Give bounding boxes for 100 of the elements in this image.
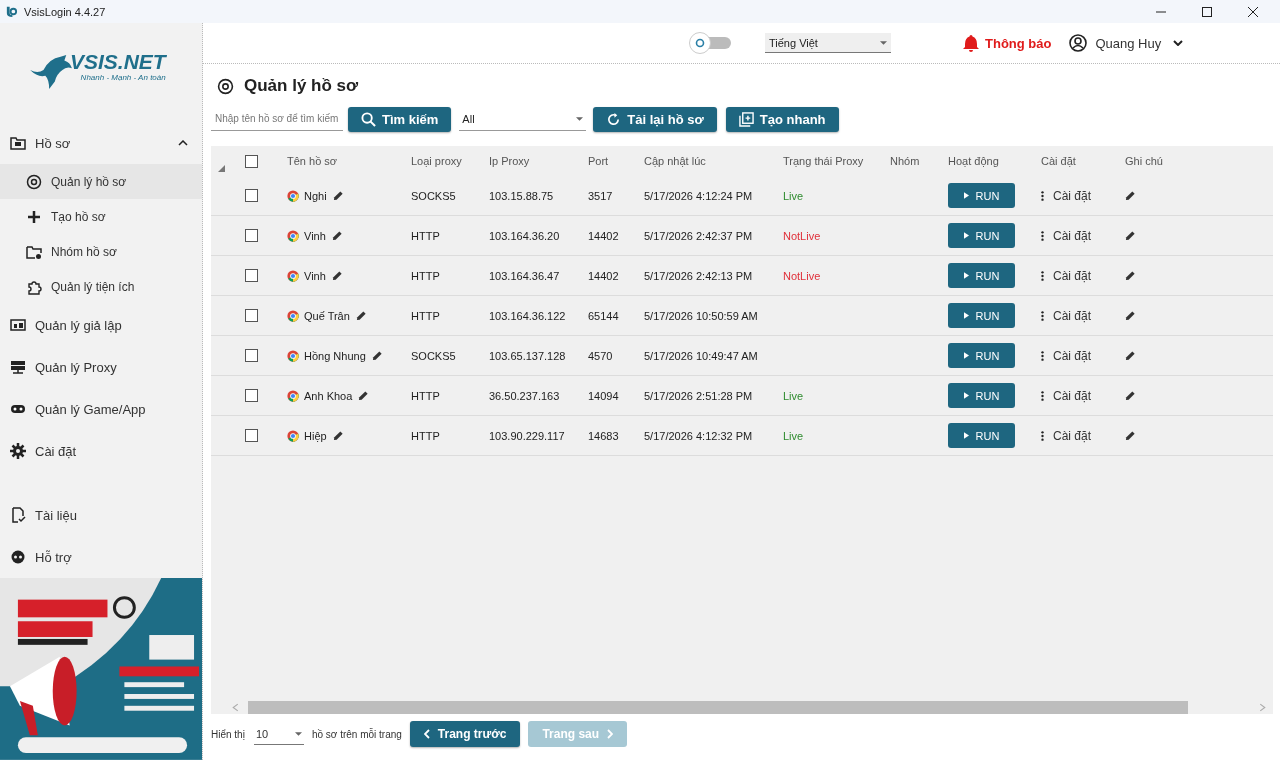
sidebar-item[interactable]: Tài liệu [0, 494, 202, 537]
edit-icon[interactable] [371, 350, 383, 361]
edit-icon[interactable] [331, 270, 343, 281]
quick-create-button[interactable]: Tạo nhanh [725, 106, 839, 132]
row-checkbox[interactable] [245, 349, 258, 362]
row-checkbox[interactable] [245, 309, 258, 322]
chevron-down-icon [1173, 40, 1184, 46]
proxy-status: NotLive [783, 229, 821, 242]
chevron-left-icon [423, 729, 430, 739]
row-checkbox[interactable] [245, 269, 258, 282]
chrome-icon [287, 229, 299, 242]
proxy-status: Live [783, 429, 804, 442]
settings-button[interactable]: Cài đặt [1041, 388, 1092, 403]
previous-page-button[interactable]: Trang trước [409, 721, 521, 747]
column-header: Tên hồ sơ [287, 155, 337, 167]
edit-note-icon[interactable] [1125, 350, 1136, 361]
sidebar-item[interactable]: Cài đặt [0, 430, 202, 473]
chrome-icon [287, 189, 299, 202]
run-button[interactable]: RUN [948, 423, 1015, 448]
proxy-ip: 103.164.36.47 [489, 269, 560, 282]
close-icon[interactable] [1248, 6, 1258, 17]
updated-time: 5/17/2026 2:42:37 PM [644, 229, 753, 242]
filter-select[interactable]: All [459, 107, 587, 131]
edit-icon[interactable] [355, 310, 367, 321]
more-vertical-icon [1041, 270, 1044, 281]
edit-icon[interactable] [332, 430, 344, 441]
settings-button[interactable]: Cài đặt [1041, 268, 1092, 283]
profile-name: Vinh [304, 229, 326, 242]
sidebar-item[interactable]: Hỗ trợ [0, 536, 202, 579]
edit-note-icon[interactable] [1125, 230, 1136, 241]
sidebar-item[interactable]: Hồ sơ [0, 122, 202, 165]
settings-button[interactable]: Cài đặt [1041, 308, 1092, 323]
edit-note-icon[interactable] [1125, 390, 1136, 401]
edit-note-icon[interactable] [1125, 270, 1136, 281]
sidebar-subitem[interactable]: Quản lý hồ sơ [0, 164, 202, 200]
emulator-icon [10, 317, 26, 334]
proxy-type: SOCKS5 [411, 189, 456, 202]
run-button[interactable]: RUN [948, 303, 1015, 328]
proxy-ip: 36.50.237.163 [489, 389, 560, 402]
select-all-checkbox[interactable] [245, 154, 258, 168]
language-select[interactable]: Tiếng Việt [765, 33, 891, 53]
proxy-ip: 103.164.36.122 [489, 309, 566, 322]
profile-name: Hiệp [304, 429, 327, 442]
proxy-ip: 103.65.137.128 [489, 349, 566, 362]
user-menu[interactable]: Quang Huy [1069, 34, 1184, 52]
maximize-icon[interactable] [1202, 6, 1212, 17]
settings-button[interactable]: Cài đặt [1041, 428, 1092, 443]
column-header: Nhóm [890, 155, 920, 167]
sidebar-item[interactable]: Quản lý Game/App [0, 388, 202, 431]
row-checkbox[interactable] [245, 389, 258, 402]
edit-note-icon[interactable] [1125, 310, 1136, 321]
edit-icon[interactable] [332, 190, 344, 201]
chrome-icon [287, 309, 299, 322]
puzzle-icon [26, 278, 42, 295]
dropdown-arrow-icon [880, 40, 887, 45]
app-logo-icon [5, 5, 18, 18]
row-checkbox[interactable] [245, 189, 258, 202]
play-icon [963, 312, 969, 319]
play-icon [963, 232, 969, 239]
chrome-icon [287, 429, 299, 442]
sidebar-subitem[interactable]: Nhóm hồ sơ [0, 234, 202, 270]
settings-button[interactable]: Cài đặt [1041, 348, 1092, 363]
sidebar-item[interactable]: Quản lý giả lập [0, 304, 202, 347]
row-checkbox[interactable] [245, 229, 258, 242]
sidebar-subitem[interactable]: Quản lý tiện ích [0, 269, 202, 305]
updated-time: 5/17/2026 4:12:32 PM [644, 429, 753, 442]
proxy-ip: 103.15.88.75 [489, 189, 554, 202]
search-button[interactable]: Tìm kiếm [348, 106, 452, 132]
run-button[interactable]: RUN [948, 343, 1015, 368]
chevron-icon[interactable] [178, 140, 188, 147]
settings-button[interactable]: Cài đặt [1041, 228, 1092, 243]
proxy-type: HTTP [411, 269, 440, 282]
refresh-icon [606, 111, 622, 127]
reload-button[interactable]: Tải lại hồ sơ [593, 106, 717, 132]
theme-toggle[interactable] [689, 32, 733, 54]
run-button[interactable]: RUN [948, 223, 1015, 248]
sidebar-subitem[interactable]: Tạo hồ sơ [0, 199, 202, 235]
settings-button[interactable]: Cài đặt [1041, 188, 1092, 203]
profile-name: Vinh [304, 269, 326, 282]
edit-note-icon[interactable] [1125, 430, 1136, 441]
edit-icon[interactable] [331, 230, 343, 241]
updated-time: 5/17/2026 10:50:59 AM [644, 309, 758, 322]
run-button[interactable]: RUN [948, 383, 1015, 408]
more-vertical-icon [1041, 310, 1044, 321]
row-checkbox[interactable] [245, 429, 258, 442]
proxy-port: 14402 [588, 229, 619, 242]
column-header: Trạng thái Proxy [783, 155, 864, 167]
run-button[interactable]: RUN [948, 263, 1015, 288]
document-icon [10, 507, 26, 524]
edit-note-icon[interactable] [1125, 190, 1136, 201]
bell-icon [963, 34, 979, 52]
proxy-status: NotLive [783, 269, 821, 282]
logo-name: VSIS.NET [70, 51, 166, 73]
run-button[interactable]: RUN [948, 183, 1015, 208]
sidebar-item[interactable]: Quản lý Proxy [0, 346, 202, 389]
proxy-status: Live [783, 389, 804, 402]
edit-icon[interactable] [358, 390, 370, 401]
gear-icon [10, 443, 26, 460]
notifications-button[interactable]: Thông báo [963, 34, 1052, 52]
page-size-select[interactable]: 10 [253, 723, 304, 745]
